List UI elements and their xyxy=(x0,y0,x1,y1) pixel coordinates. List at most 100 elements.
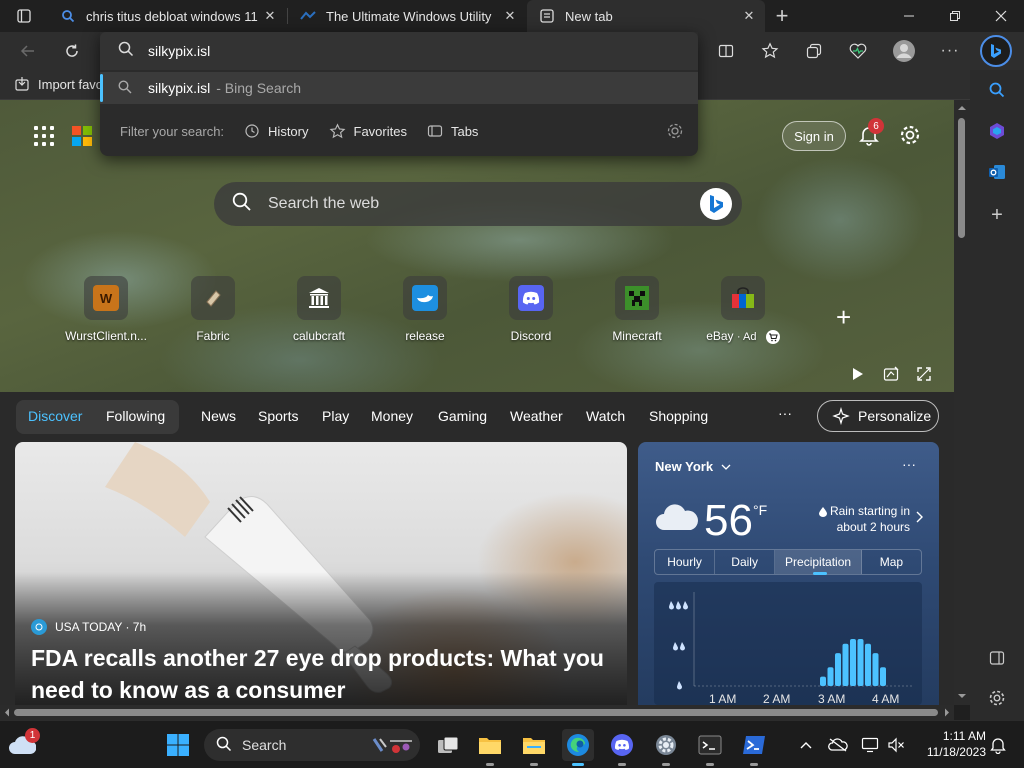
quick-link-release[interactable]: release xyxy=(375,276,475,348)
more-categories-icon[interactable]: ··· xyxy=(778,405,792,421)
tab-shopping[interactable]: Shopping xyxy=(649,408,708,424)
scroll-right-icon[interactable] xyxy=(941,705,953,720)
refresh-icon[interactable] xyxy=(58,37,86,65)
scroll-down-icon[interactable] xyxy=(954,690,970,702)
quick-link-wurstclient[interactable]: W WurstClient.n... xyxy=(56,276,156,348)
weather-location[interactable]: New York xyxy=(655,459,731,474)
file-explorer-icon[interactable] xyxy=(474,729,506,766)
more-options-icon[interactable]: ··· xyxy=(936,37,964,65)
tab-weather[interactable]: Weather xyxy=(510,408,563,424)
file-explorer-2-icon[interactable] xyxy=(518,729,550,766)
customize-background-icon[interactable] xyxy=(879,364,903,384)
edge-icon[interactable] xyxy=(562,729,594,766)
scroll-left-icon[interactable] xyxy=(1,705,13,720)
onedrive-icon[interactable] xyxy=(828,735,848,755)
chevron-up-icon[interactable] xyxy=(796,735,816,755)
sidebar-add-icon[interactable]: + xyxy=(983,201,1011,229)
split-screen-icon[interactable] xyxy=(712,37,740,65)
close-tab-icon[interactable]: ✕ xyxy=(500,6,520,26)
quick-link-ebay[interactable]: eBay · Ad xyxy=(693,276,793,348)
microsoft-logo-icon[interactable] xyxy=(72,126,92,146)
expand-icon[interactable] xyxy=(912,364,936,384)
powershell-icon[interactable] xyxy=(738,729,770,766)
sidebar-settings-icon[interactable] xyxy=(983,684,1011,712)
sidebar-search-icon[interactable] xyxy=(983,76,1011,104)
tab-discover[interactable]: Discover xyxy=(28,408,82,424)
tab-gaming[interactable]: Gaming xyxy=(438,408,487,424)
tab-following[interactable]: Following xyxy=(106,408,165,424)
volume-muted-icon[interactable] xyxy=(886,735,906,755)
restore-icon[interactable] xyxy=(932,0,978,32)
weather-tab-map[interactable]: Map xyxy=(862,550,921,574)
vertical-scroll-thumb[interactable] xyxy=(958,118,965,238)
settings-taskbar-icon[interactable] xyxy=(650,729,682,766)
taskbar-clock[interactable]: 1:11 AM 11/18/2023 xyxy=(916,728,986,760)
discord-taskbar-icon[interactable] xyxy=(606,729,638,766)
quick-link-discord[interactable]: Discord xyxy=(481,276,581,348)
article-card[interactable]: USA TODAY · 7h FDA recalls another 27 ey… xyxy=(15,442,627,705)
copilot-icon[interactable] xyxy=(980,35,1012,67)
vertical-scrollbar[interactable] xyxy=(954,100,970,705)
new-tab-plus-icon[interactable]: + xyxy=(768,2,796,30)
tab-watch[interactable]: Watch xyxy=(586,408,625,424)
back-arrow-icon[interactable] xyxy=(14,37,42,65)
notifications-icon[interactable]: 6 xyxy=(858,118,884,151)
horizontal-scrollbar[interactable] xyxy=(0,705,954,720)
tab-play[interactable]: Play xyxy=(322,408,349,424)
browser-essentials-icon[interactable] xyxy=(844,37,872,65)
weather-tab-hourly[interactable]: Hourly xyxy=(655,550,716,574)
filter-tabs-button[interactable]: Tabs xyxy=(427,123,478,139)
tab-winutil[interactable]: The Ultimate Windows Utility ✕ xyxy=(288,0,526,32)
search-settings-icon[interactable] xyxy=(666,122,684,143)
quick-link-minecraft[interactable]: Minecraft xyxy=(587,276,687,348)
address-bar[interactable] xyxy=(100,32,698,70)
sidebar-hide-icon[interactable] xyxy=(983,644,1011,672)
close-tab-icon[interactable]: ✕ xyxy=(260,6,280,26)
taskbar-search-box[interactable]: Search xyxy=(204,729,420,761)
import-favorites-button[interactable]: Import favo xyxy=(14,76,103,92)
article-headline[interactable]: FDA recalls another 27 eye drop products… xyxy=(31,642,616,705)
tab-chris-titus[interactable]: chris titus debloat windows 11 - S ✕ xyxy=(48,0,286,32)
weather-condition[interactable]: Rain starting in about 2 hours xyxy=(814,503,910,535)
scroll-up-icon[interactable] xyxy=(954,102,970,114)
sidebar-copilot-icon[interactable] xyxy=(983,117,1011,145)
display-icon[interactable] xyxy=(860,735,880,755)
add-quick-link-icon[interactable]: + xyxy=(836,302,851,333)
suggestion-item[interactable]: silkypix.isl - Bing Search xyxy=(100,72,698,104)
tab-news[interactable]: News xyxy=(201,408,236,424)
weather-tab-daily[interactable]: Daily xyxy=(715,550,776,574)
tab-money[interactable]: Money xyxy=(371,408,413,424)
close-window-icon[interactable] xyxy=(978,0,1024,32)
filter-favorites-button[interactable]: Favorites xyxy=(329,122,407,140)
page-settings-icon[interactable] xyxy=(899,124,921,151)
address-input[interactable] xyxy=(148,43,548,59)
notification-bell-icon[interactable] xyxy=(988,735,1008,755)
weather-widget-icon[interactable]: 1 xyxy=(6,728,40,761)
collections-icon[interactable] xyxy=(800,37,828,65)
web-search-box[interactable]: Search the web xyxy=(214,182,742,226)
profile-avatar[interactable] xyxy=(890,37,918,65)
task-view-icon[interactable] xyxy=(432,729,464,761)
tab-actions-icon[interactable] xyxy=(10,2,38,30)
start-icon[interactable] xyxy=(162,729,194,761)
sign-in-button[interactable]: Sign in xyxy=(782,121,846,151)
app-launcher-icon[interactable] xyxy=(34,126,54,146)
close-tab-icon[interactable]: ✕ xyxy=(739,6,759,26)
terminal-icon[interactable] xyxy=(694,729,726,766)
filter-history-button[interactable]: History xyxy=(244,123,309,139)
tab-new-tab[interactable]: New tab ✕ xyxy=(527,0,765,32)
weather-tab-precipitation[interactable]: Precipitation xyxy=(775,550,862,575)
favorites-star-icon[interactable] xyxy=(756,37,784,65)
personalize-button[interactable]: Personalize xyxy=(817,400,939,432)
weather-more-icon[interactable]: ··· xyxy=(902,456,916,472)
minimize-icon[interactable] xyxy=(886,0,932,32)
sparkle-icon xyxy=(832,407,850,425)
sidebar-outlook-icon[interactable] xyxy=(983,158,1011,186)
tab-sports[interactable]: Sports xyxy=(258,408,298,424)
quick-link-fabric[interactable]: Fabric xyxy=(163,276,263,348)
quick-link-calubcraft[interactable]: calubcraft xyxy=(269,276,369,348)
chevron-right-icon[interactable] xyxy=(916,510,924,528)
horizontal-scroll-thumb[interactable] xyxy=(14,709,938,716)
bing-chat-icon[interactable] xyxy=(700,188,732,220)
play-background-icon[interactable] xyxy=(846,364,870,384)
